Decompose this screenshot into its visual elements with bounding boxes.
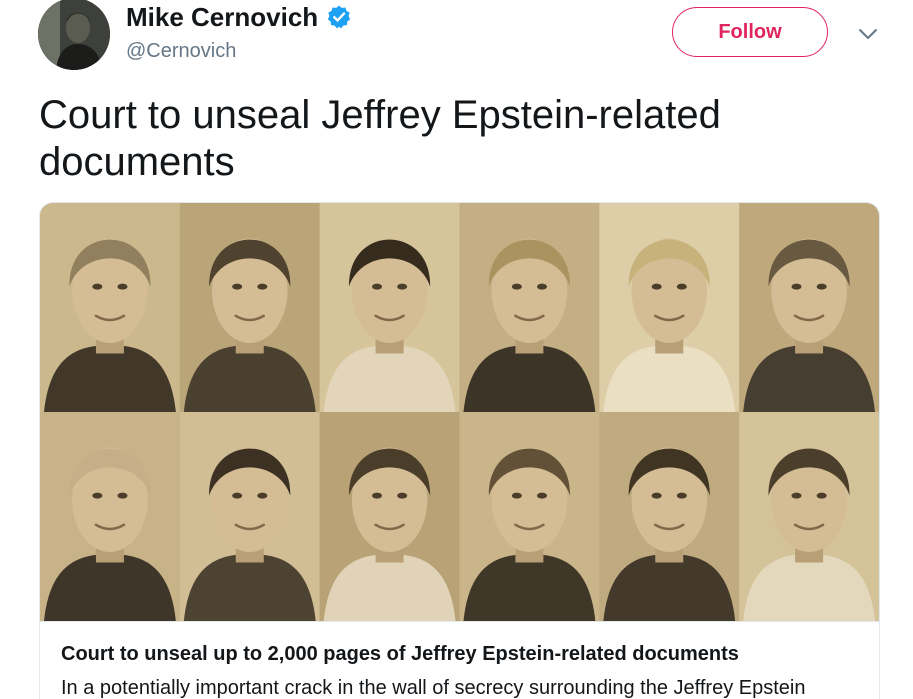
verified-badge-icon [326,4,352,30]
chevron-down-icon[interactable] [856,24,880,44]
author-display-name[interactable]: Mike Cernovich [126,2,318,33]
card-divider [40,621,879,622]
card-description: In a potentially important crack in the … [61,677,806,699]
card-image[interactable] [40,203,879,621]
author-handle[interactable]: @Cernovich [126,40,236,63]
author-name-row: Mike Cernovich [126,0,352,34]
card-title: Court to unseal up to 2,000 pages of Jef… [61,643,739,665]
tweet-text: Court to unseal Jeffrey Epstein-related … [39,93,721,184]
link-card[interactable]: Court to unseal up to 2,000 pages of Jef… [39,202,880,699]
follow-button[interactable]: Follow [672,7,828,57]
avatar[interactable] [38,0,110,70]
sepia-overlay [40,203,879,621]
tweet: Mike Cernovich @Cernovich Follow Court t… [0,0,913,699]
avatar-photo [38,0,110,70]
portrait-collage-image [40,203,879,621]
